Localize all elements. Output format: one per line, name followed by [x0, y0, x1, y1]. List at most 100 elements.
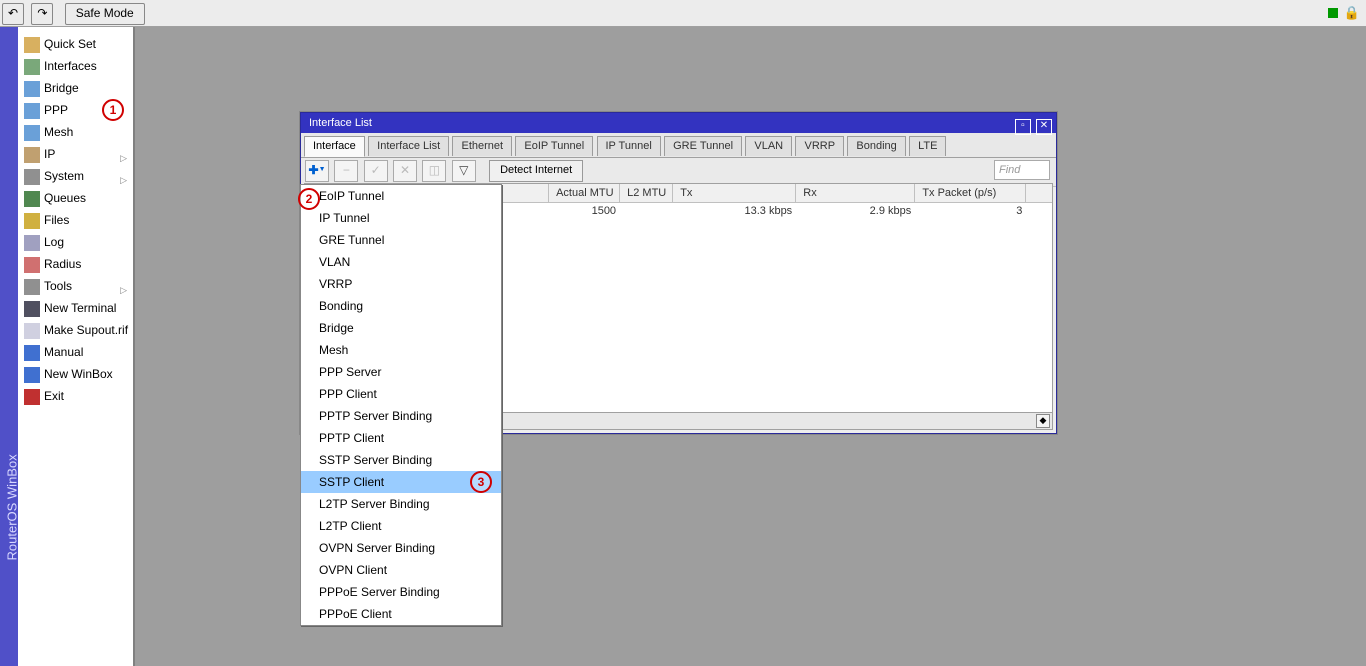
tab-lte[interactable]: LTE [909, 136, 946, 156]
menu-item-ovpn-server-binding[interactable]: OVPN Server Binding [301, 537, 501, 559]
find-input[interactable]: Find [994, 160, 1050, 180]
sidebar-item-label: System [44, 169, 84, 183]
menu-item-ip-tunnel[interactable]: IP Tunnel [301, 207, 501, 229]
tools-icon [24, 279, 40, 295]
desktop-area: Interface List ▫ ✕ Interface Interface L… [135, 27, 1366, 666]
sidebar-item-label: Interfaces [44, 59, 97, 73]
menu-item-pptp-server-binding[interactable]: PPTP Server Binding [301, 405, 501, 427]
sidebar-item-label: Tools [44, 279, 72, 293]
column-rx[interactable]: Rx [799, 184, 915, 202]
sidebar-item-label: Bridge [44, 81, 79, 95]
tab-ip-tunnel[interactable]: IP Tunnel [597, 136, 661, 156]
menu-item-bonding[interactable]: Bonding [301, 295, 501, 317]
sidebar-item-ppp[interactable]: PPP 1 [18, 99, 133, 121]
sidebar-item-label: Quick Set [44, 37, 96, 51]
add-button[interactable]: ✚▼ [305, 160, 329, 182]
cell-mtu: 1500 [552, 203, 620, 219]
tab-vrrp[interactable]: VRRP [795, 136, 844, 156]
menu-item-pppoe-server-binding[interactable]: PPPoE Server Binding [301, 581, 501, 603]
sidebar-item-ip[interactable]: IP▷ [18, 143, 133, 165]
menu-item-vlan[interactable]: VLAN [301, 251, 501, 273]
menu-item-eoip-tunnel[interactable]: EoIP Tunnel [301, 185, 501, 207]
sidebar-item-label: Exit [44, 389, 64, 403]
column-l2-mtu[interactable]: L2 MTU [623, 184, 673, 202]
redo-button[interactable]: ↷ [31, 3, 53, 25]
sidebar-item-interfaces[interactable]: Interfaces [18, 55, 133, 77]
tab-eoip-tunnel[interactable]: EoIP Tunnel [515, 136, 593, 156]
sidebar-item-system[interactable]: System▷ [18, 165, 133, 187]
sidebar-item-label: IP [44, 147, 55, 161]
menu-item-ppp-server[interactable]: PPP Server [301, 361, 501, 383]
sidebar-item-exit[interactable]: Exit [18, 385, 133, 407]
terminal-icon [24, 301, 40, 317]
menu-item-pppoe-client[interactable]: PPPoE Client [301, 603, 501, 625]
sidebar-item-label: New WinBox [44, 367, 113, 381]
sidebar-item-tools[interactable]: Tools▷ [18, 275, 133, 297]
window-title: Interface List [309, 117, 372, 129]
undo-button[interactable]: ↶ [2, 3, 24, 25]
sidebar: Quick Set Interfaces Bridge PPP 1 Mesh I… [18, 27, 135, 666]
sidebar-item-manual[interactable]: Manual [18, 341, 133, 363]
tab-ethernet[interactable]: Ethernet [452, 136, 512, 156]
plus-icon: ✚ [309, 163, 319, 177]
connected-indicator-icon [1328, 8, 1338, 18]
window-titlebar[interactable]: Interface List ▫ ✕ [301, 113, 1056, 133]
detect-internet-button[interactable]: Detect Internet [489, 160, 583, 182]
mesh-icon [24, 125, 40, 141]
system-icon [24, 169, 40, 185]
winbox-icon [24, 367, 40, 383]
menu-item-vrrp[interactable]: VRRP [301, 273, 501, 295]
status-indicators: 🔒 [1328, 5, 1360, 21]
menu-item-ovpn-client[interactable]: OVPN Client [301, 559, 501, 581]
disable-button[interactable]: ✕ [393, 160, 417, 182]
scroll-right-button[interactable]: ◆ [1036, 414, 1050, 428]
window-restore-button[interactable]: ▫ [1015, 119, 1031, 135]
sidebar-item-queues[interactable]: Queues [18, 187, 133, 209]
cell-txpkt: 3 [918, 203, 1026, 219]
add-interface-menu: EoIP Tunnel IP Tunnel GRE Tunnel VLAN VR… [300, 184, 502, 626]
sidebar-item-label: Make Supout.rif [44, 323, 128, 337]
column-actual-mtu[interactable]: Actual MTU [552, 184, 620, 202]
menu-item-mesh[interactable]: Mesh [301, 339, 501, 361]
log-icon [24, 235, 40, 251]
sidebar-item-label: Log [44, 235, 64, 249]
tab-interface[interactable]: Interface [304, 136, 365, 157]
remove-button[interactable]: − [334, 160, 358, 182]
column-tx[interactable]: Tx [676, 184, 796, 202]
menu-item-ppp-client[interactable]: PPP Client [301, 383, 501, 405]
sidebar-item-bridge[interactable]: Bridge [18, 77, 133, 99]
filter-button[interactable]: ▽ [452, 160, 476, 182]
comment-button[interactable]: ◫ [422, 160, 446, 182]
sidebar-item-mesh[interactable]: Mesh [18, 121, 133, 143]
sidebar-item-quick-set[interactable]: Quick Set [18, 33, 133, 55]
sidebar-item-files[interactable]: Files [18, 209, 133, 231]
menu-item-sstp-server-binding[interactable]: SSTP Server Binding [301, 449, 501, 471]
menu-item-pptp-client[interactable]: PPTP Client [301, 427, 501, 449]
exit-icon [24, 389, 40, 405]
sidebar-item-make-supout[interactable]: Make Supout.rif [18, 319, 133, 341]
menu-item-gre-tunnel[interactable]: GRE Tunnel [301, 229, 501, 251]
sidebar-item-log[interactable]: Log [18, 231, 133, 253]
safe-mode-button[interactable]: Safe Mode [65, 3, 145, 25]
window-close-button[interactable]: ✕ [1036, 119, 1052, 135]
sidebar-item-radius[interactable]: Radius [18, 253, 133, 275]
menu-item-bridge[interactable]: Bridge [301, 317, 501, 339]
tab-bonding[interactable]: Bonding [847, 136, 905, 156]
sidebar-item-new-winbox[interactable]: New WinBox [18, 363, 133, 385]
tab-interface-list[interactable]: Interface List [368, 136, 449, 156]
sidebar-item-label: New Terminal [44, 301, 116, 315]
cell-l2mtu [623, 203, 673, 219]
cell-rx: 2.9 kbps [799, 203, 915, 219]
sidebar-item-new-terminal[interactable]: New Terminal [18, 297, 133, 319]
column-tx-packet[interactable]: Tx Packet (p/s) [918, 184, 1026, 202]
sidebar-item-label: Mesh [44, 125, 73, 139]
menu-item-l2tp-client[interactable]: L2TP Client [301, 515, 501, 537]
tab-gre-tunnel[interactable]: GRE Tunnel [664, 136, 742, 156]
interfaces-icon [24, 59, 40, 75]
cell-tx: 13.3 kbps [676, 203, 796, 219]
menu-item-l2tp-server-binding[interactable]: L2TP Server Binding [301, 493, 501, 515]
tab-vlan[interactable]: VLAN [745, 136, 792, 156]
brand-strip: RouterOS WinBox [0, 27, 18, 666]
enable-button[interactable]: ✓ [364, 160, 388, 182]
queues-icon [24, 191, 40, 207]
